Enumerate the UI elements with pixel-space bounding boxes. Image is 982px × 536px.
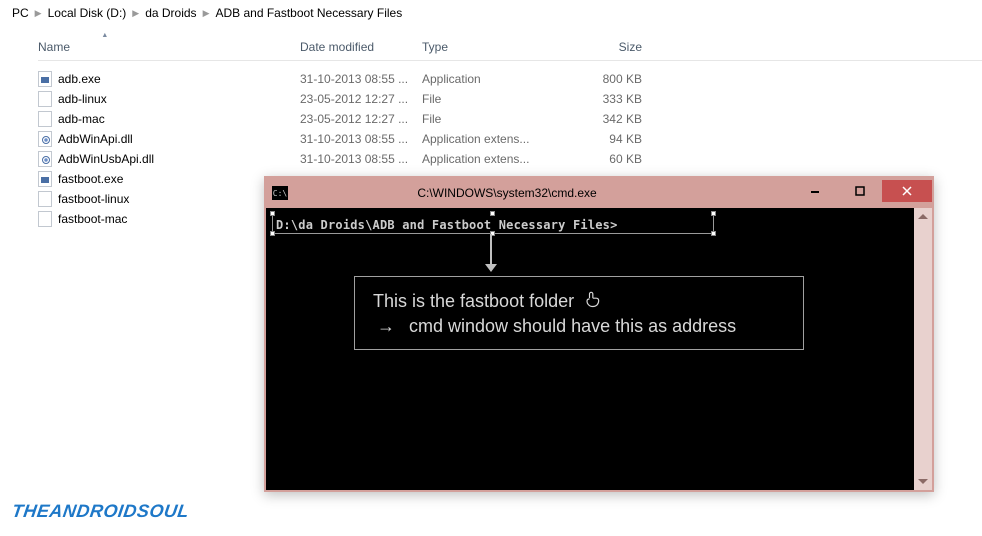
breadcrumb-label: PC xyxy=(12,6,29,20)
annotation-text-2: cmd window should have this as address xyxy=(409,316,736,337)
cmd-body[interactable]: D:\da Droids\ADB and Fastboot Necessary … xyxy=(266,208,914,490)
file-date: 31-10-2013 08:55 ... xyxy=(300,132,422,146)
close-button[interactable] xyxy=(882,180,932,202)
file-icon xyxy=(38,71,52,87)
file-name: adb-linux xyxy=(58,92,107,106)
column-date-modified[interactable]: Date modified xyxy=(300,40,422,54)
column-label: Size xyxy=(619,40,642,54)
maximize-icon xyxy=(855,186,865,196)
file-date: 31-10-2013 08:55 ... xyxy=(300,72,422,86)
file-row[interactable]: AdbWinUsbApi.dll 31-10-2013 08:55 ...Appl… xyxy=(38,149,982,169)
file-date: 31-10-2013 08:55 ... xyxy=(300,152,422,166)
file-icon xyxy=(38,131,52,147)
cmd-title: C:\WINDOWS\system32\cmd.exe xyxy=(292,186,792,200)
breadcrumb-segment-pc[interactable]: PC xyxy=(12,6,29,20)
file-icon xyxy=(38,151,52,167)
window-buttons xyxy=(792,184,932,202)
chevron-right-icon: ▶ xyxy=(203,8,210,19)
column-size[interactable]: Size xyxy=(554,40,654,54)
column-label: Date modified xyxy=(300,40,374,54)
file-date: 23-05-2012 12:27 ... xyxy=(300,112,422,126)
breadcrumb-label: da Droids xyxy=(145,6,196,20)
close-icon xyxy=(902,186,912,196)
column-headers: Name ▲ Date modified Type Size xyxy=(38,40,982,61)
cmd-titlebar[interactable]: C:\ C:\WINDOWS\system32\cmd.exe xyxy=(266,178,932,208)
annotation-line-2: → cmd window should have this as address xyxy=(373,316,785,337)
breadcrumb[interactable]: PC ▶ Local Disk (D:) ▶ da Droids ▶ ADB a… xyxy=(0,0,982,26)
point-up-icon xyxy=(582,289,602,314)
file-type: Application extens... xyxy=(422,152,554,166)
minimize-button[interactable] xyxy=(792,180,837,202)
file-row[interactable]: adb.exe 31-10-2013 08:55 ...Application80… xyxy=(38,69,982,89)
breadcrumb-label: ADB and Fastboot Necessary Files xyxy=(215,6,402,20)
arrow-right-icon: → xyxy=(373,316,399,337)
file-size: 800 KB xyxy=(554,72,654,86)
maximize-button[interactable] xyxy=(837,180,882,202)
arrow-down-icon xyxy=(490,234,492,270)
file-name: adb.exe xyxy=(58,72,101,86)
file-icon xyxy=(38,111,52,127)
file-name: fastboot-mac xyxy=(58,212,127,226)
cmd-window[interactable]: C:\ C:\WINDOWS\system32\cmd.exe D:\da Dr… xyxy=(264,176,934,492)
file-name: AdbWinApi.dll xyxy=(58,132,133,146)
file-name: AdbWinUsbApi.dll xyxy=(58,152,154,166)
file-size: 342 KB xyxy=(554,112,654,126)
sort-asc-icon: ▲ xyxy=(101,32,108,39)
file-size: 60 KB xyxy=(554,152,654,166)
breadcrumb-segment-folder-2[interactable]: ADB and Fastboot Necessary Files xyxy=(215,6,402,20)
column-label: Type xyxy=(422,40,448,54)
minimize-icon xyxy=(810,186,820,196)
file-type: File xyxy=(422,92,554,106)
column-label: Name xyxy=(38,40,70,54)
chevron-right-icon: ▶ xyxy=(132,8,139,19)
annotation-text-1: This is the fastboot folder xyxy=(373,291,574,312)
file-type: File xyxy=(422,112,554,126)
cmd-system-icon[interactable]: C:\ xyxy=(272,186,288,200)
annotation-line-1: This is the fastboot folder xyxy=(373,289,785,314)
scrollbar[interactable] xyxy=(914,208,932,490)
file-date: 23-05-2012 12:27 ... xyxy=(300,92,422,106)
annotation-box: This is the fastboot folder → cmd window… xyxy=(354,276,804,350)
file-type: Application xyxy=(422,72,554,86)
file-size: 94 KB xyxy=(554,132,654,146)
file-icon xyxy=(38,91,52,107)
watermark: THEANDROIDSOUL xyxy=(11,501,191,522)
file-name: fastboot-linux xyxy=(58,192,129,206)
file-name: adb-mac xyxy=(58,112,105,126)
file-size: 333 KB xyxy=(554,92,654,106)
file-row[interactable]: adb-mac 23-05-2012 12:27 ...File342 KB xyxy=(38,109,982,129)
file-icon xyxy=(38,211,52,227)
file-type: Application extens... xyxy=(422,132,554,146)
breadcrumb-segment-folder-1[interactable]: da Droids xyxy=(145,6,196,20)
breadcrumb-label: Local Disk (D:) xyxy=(48,6,127,20)
column-name[interactable]: Name ▲ xyxy=(38,40,300,54)
cmd-prompt-line: D:\da Droids\ADB and Fastboot Necessary … xyxy=(276,218,904,232)
column-type[interactable]: Type xyxy=(422,40,554,54)
file-icon xyxy=(38,171,52,187)
file-name: fastboot.exe xyxy=(58,172,123,186)
chevron-right-icon: ▶ xyxy=(35,8,42,19)
file-icon xyxy=(38,191,52,207)
file-row[interactable]: AdbWinApi.dll 31-10-2013 08:55 ...Applica… xyxy=(38,129,982,149)
file-row[interactable]: adb-linux 23-05-2012 12:27 ...File333 KB xyxy=(38,89,982,109)
breadcrumb-segment-drive[interactable]: Local Disk (D:) xyxy=(48,6,127,20)
